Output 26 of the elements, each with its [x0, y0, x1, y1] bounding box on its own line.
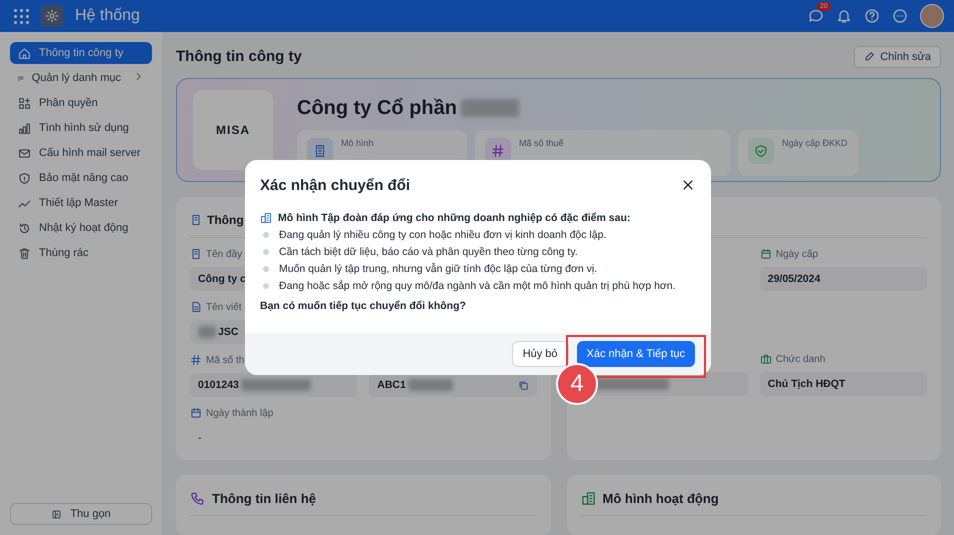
stat-label: Mã số thuế	[519, 138, 564, 150]
card-title: Thông	[207, 213, 244, 227]
app-title: Hệ thống	[75, 7, 141, 25]
dialog-title: Xác nhận chuyển đổi	[260, 176, 410, 194]
dialog-question: Bạn có muốn tiếp tục chuyển đổi không?	[260, 300, 467, 312]
field-label: Chức danh	[776, 354, 826, 364]
company-logo: MISA	[193, 90, 273, 170]
card-title: Mô hình hoạt động	[602, 490, 719, 506]
field-value: 0101243	[190, 373, 358, 397]
bullet-text: Đang quản lý nhiều công ty con hoặc nhiều đơn vị kinh doanh độc lập.	[279, 228, 606, 240]
field-value: -	[197, 431, 202, 446]
field-label: Tên đầy	[206, 248, 242, 260]
stat-label: Mô hình	[341, 138, 374, 150]
field-label: Mã số th	[206, 354, 244, 366]
field-value: Chủ Tịch HĐQT	[760, 372, 927, 396]
company-name: Công ty Cổ phần	[297, 96, 457, 120]
stat-label: Ngày cấp ĐKKD	[782, 138, 848, 150]
field-label: Ngày thành lập	[206, 408, 274, 418]
field-label: Tên viết	[206, 302, 242, 312]
bullet-text: Cần tách biệt dữ liệu, báo cáo và phân quyền theo từng công ty.	[279, 246, 578, 258]
page-title: Thông tin công ty	[176, 48, 302, 66]
dialog-heading: Mô hình Tập đoàn đáp ứng cho những doanh nghiệp có đặc điểm sau:	[278, 212, 630, 224]
field-value: 29/05/2024	[760, 267, 927, 291]
card-title: Thông tin liên hệ	[212, 490, 316, 506]
field-value: ABC1	[369, 373, 536, 397]
field-label: Ngày cấp	[776, 248, 818, 260]
